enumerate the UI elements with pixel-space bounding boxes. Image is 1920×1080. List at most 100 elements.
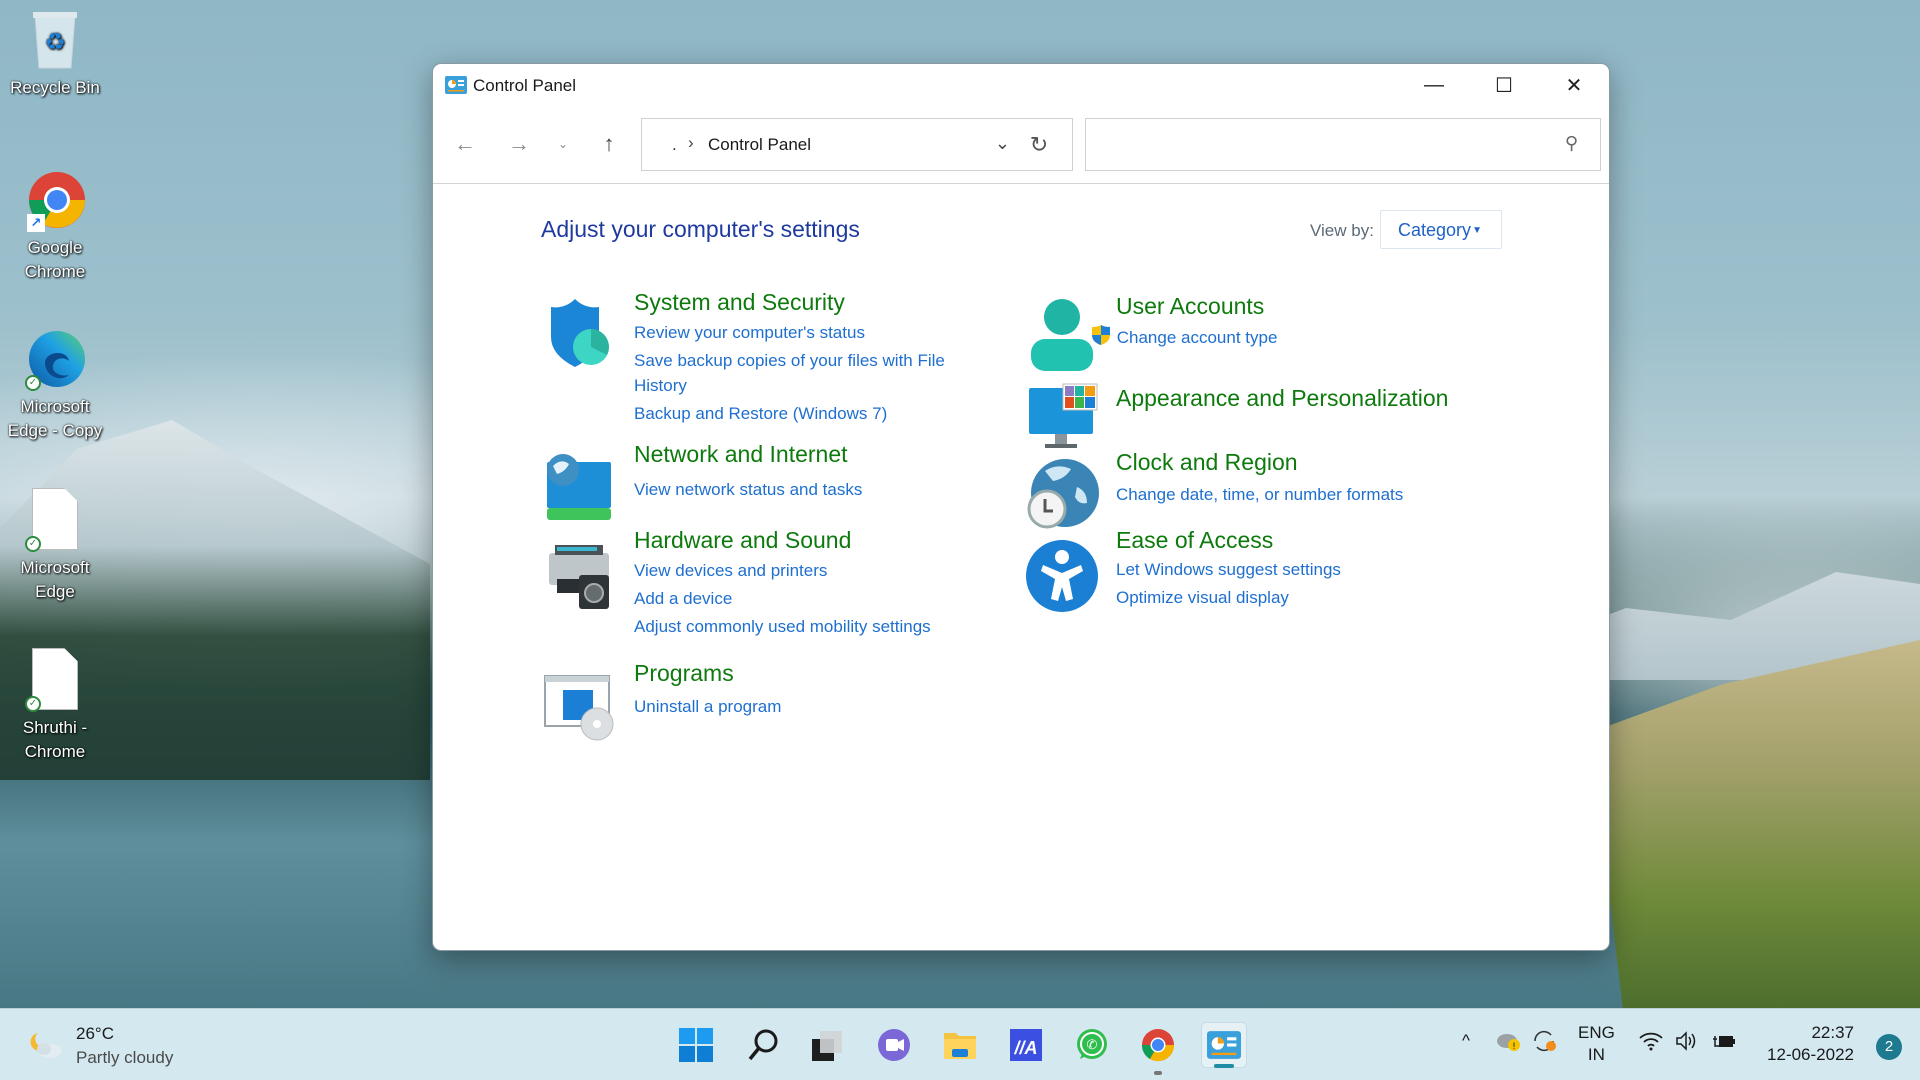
category-title[interactable]: Clock and Region <box>1116 449 1298 476</box>
view-by-dropdown[interactable]: Category ▼ <box>1380 210 1502 249</box>
minimize-button[interactable]: — <box>1399 64 1469 106</box>
weather-temperature: 26°C <box>76 1024 114 1043</box>
taskbar-file-explorer[interactable] <box>937 1022 983 1068</box>
taskbar-task-view-button[interactable] <box>803 1022 849 1068</box>
ma-app-icon: //A <box>1010 1029 1042 1061</box>
running-indicator <box>1154 1071 1162 1075</box>
title-bar[interactable]: Control Panel — ☐ ✕ <box>433 64 1609 106</box>
link-view-devices[interactable]: View devices and printers <box>634 558 827 583</box>
address-bar[interactable]: . › Control Panel ⌄ <box>641 118 1073 171</box>
taskbar-start-button[interactable] <box>673 1022 719 1068</box>
breadcrumb-chevron-icon[interactable]: › <box>688 133 694 153</box>
search-icon <box>748 1029 778 1061</box>
search-control-panel-input[interactable]: ⚲ <box>1085 118 1601 171</box>
clock-time: 22:37 <box>1811 1023 1854 1042</box>
control-panel-app-icon <box>1207 1031 1241 1059</box>
taskbar-chrome[interactable] <box>1135 1022 1181 1075</box>
svg-text:✆: ✆ <box>1087 1037 1098 1052</box>
monitor-palette-icon <box>1029 383 1098 448</box>
maximize-icon: ☐ <box>1495 74 1513 97</box>
teams-chat-icon <box>878 1029 910 1061</box>
volume-icon[interactable] <box>1674 1029 1700 1058</box>
refresh-icon: ↻ <box>1029 132 1049 157</box>
taskbar: 26°C Partly cloudy //A ✆ ^ ! ENG IN 22:3… <box>0 1008 1920 1080</box>
desktop-icon-label: Shruthi - Chrome <box>22 718 88 761</box>
desktop-icon-label: Microsoft Edge - Copy <box>7 397 103 440</box>
category-title[interactable]: System and Security <box>634 289 845 316</box>
up-button[interactable]: ↑ <box>591 126 627 162</box>
link-optimize-visual[interactable]: Optimize visual display <box>1116 585 1289 610</box>
weather-description: Partly cloudy <box>76 1048 174 1067</box>
link-text: Change account type <box>1116 328 1278 347</box>
address-dropdown-icon[interactable]: ⌄ <box>995 133 1010 154</box>
link-backup-restore[interactable]: Backup and Restore (Windows 7) <box>634 401 887 426</box>
show-hidden-icons-button[interactable]: ^ <box>1462 1031 1470 1051</box>
breadcrumb-control-panel[interactable]: Control Panel <box>708 135 811 155</box>
sync-check-icon: ✓ <box>25 375 41 391</box>
arrow-left-icon: ← <box>454 131 476 156</box>
close-button[interactable]: ✕ <box>1539 64 1609 106</box>
window-title: Control Panel <box>473 76 577 95</box>
refresh-button[interactable]: ↻ <box>1021 129 1057 161</box>
active-indicator <box>1214 1064 1234 1068</box>
desktop-icon-microsoft-edge-copy[interactable]: ✓ Microsoft Edge - Copy <box>6 327 104 443</box>
forward-button[interactable]: → <box>501 126 537 162</box>
chrome-icon: ↗ <box>25 168 85 232</box>
link-add-device[interactable]: Add a device <box>634 586 732 611</box>
link-save-backup[interactable]: Save backup copies of your files with Fi… <box>634 348 945 373</box>
windows-logo-icon <box>679 1028 713 1062</box>
link-review-status[interactable]: Review your computer's status <box>634 320 865 345</box>
link-mobility-settings[interactable]: Adjust commonly used mobility settings <box>634 614 931 639</box>
link-save-backup-cont[interactable]: History <box>634 373 687 398</box>
printer-speaker-icon <box>549 545 609 609</box>
desktop-icon-shruthi-chrome[interactable]: ✓ Shruthi - Chrome <box>6 648 104 764</box>
sync-check-icon: ✓ <box>25 696 41 712</box>
category-title[interactable]: Hardware and Sound <box>634 527 851 554</box>
svg-text:♻: ♻ <box>44 29 66 56</box>
blank-file-icon: ✓ <box>25 648 85 712</box>
link-change-account-type[interactable]: Change account type <box>1092 324 1278 350</box>
link-let-windows-suggest[interactable]: Let Windows suggest settings <box>1116 557 1341 582</box>
control-panel-window: Control Panel — ☐ ✕ ← → ⌄ ↑ . › Control … <box>432 63 1610 951</box>
taskbar-whatsapp[interactable]: ✆ <box>1069 1022 1115 1068</box>
category-title[interactable]: User Accounts <box>1116 293 1264 320</box>
chrome-icon <box>1141 1029 1175 1062</box>
taskbar-search-button[interactable] <box>740 1022 786 1068</box>
desktop-icon-microsoft-edge[interactable]: ✓ Microsoft Edge <box>6 488 104 604</box>
category-title[interactable]: Appearance and Personalization <box>1116 385 1448 412</box>
view-by-label: View by: <box>1310 221 1374 240</box>
category-title[interactable]: Ease of Access <box>1116 527 1273 554</box>
link-network-status[interactable]: View network status and tasks <box>634 477 862 502</box>
wifi-icon[interactable] <box>1638 1029 1664 1058</box>
chevron-down-icon: ⌄ <box>557 137 569 151</box>
notification-count-badge[interactable]: 2 <box>1876 1034 1902 1060</box>
onedrive-warning-icon[interactable]: ! <box>1495 1029 1523 1058</box>
maximize-button[interactable]: ☐ <box>1469 64 1539 106</box>
input-language-indicator[interactable]: ENG IN <box>1578 1022 1615 1066</box>
arrow-up-icon: ↑ <box>603 131 615 156</box>
desktop-icon-label: Recycle Bin <box>10 78 100 97</box>
battery-charging-icon[interactable] <box>1711 1029 1737 1058</box>
address-root[interactable]: . <box>672 135 677 155</box>
link-change-date-time[interactable]: Change date, time, or number formats <box>1116 482 1403 507</box>
language-code: ENG <box>1578 1023 1615 1042</box>
desktop-icon-label: Microsoft Edge <box>20 558 90 601</box>
link-uninstall-program[interactable]: Uninstall a program <box>634 694 781 719</box>
desktop-icon-recycle-bin[interactable]: ♻ Recycle Bin <box>6 8 104 100</box>
category-title[interactable]: Network and Internet <box>634 441 848 468</box>
shield-icon <box>551 299 609 367</box>
arrow-right-icon: → <box>508 131 530 156</box>
recent-locations-button[interactable]: ⌄ <box>545 126 581 162</box>
search-icon[interactable]: ⚲ <box>1565 133 1578 154</box>
sync-icon[interactable] <box>1531 1029 1559 1058</box>
taskbar-control-panel[interactable] <box>1201 1022 1247 1068</box>
back-button[interactable]: ← <box>447 126 483 162</box>
system-clock[interactable]: 22:37 12-06-2022 <box>1767 1022 1854 1066</box>
desktop-icon-google-chrome[interactable]: ↗ Google Chrome <box>6 168 104 284</box>
taskbar-app-ma[interactable]: //A <box>1003 1022 1049 1068</box>
category-title[interactable]: Programs <box>634 660 734 687</box>
partly-cloudy-night-icon <box>30 1033 62 1058</box>
taskbar-chat-button[interactable] <box>871 1022 917 1068</box>
view-by-selected: Category <box>1398 220 1472 240</box>
svg-text://A: //A <box>1013 1038 1037 1058</box>
